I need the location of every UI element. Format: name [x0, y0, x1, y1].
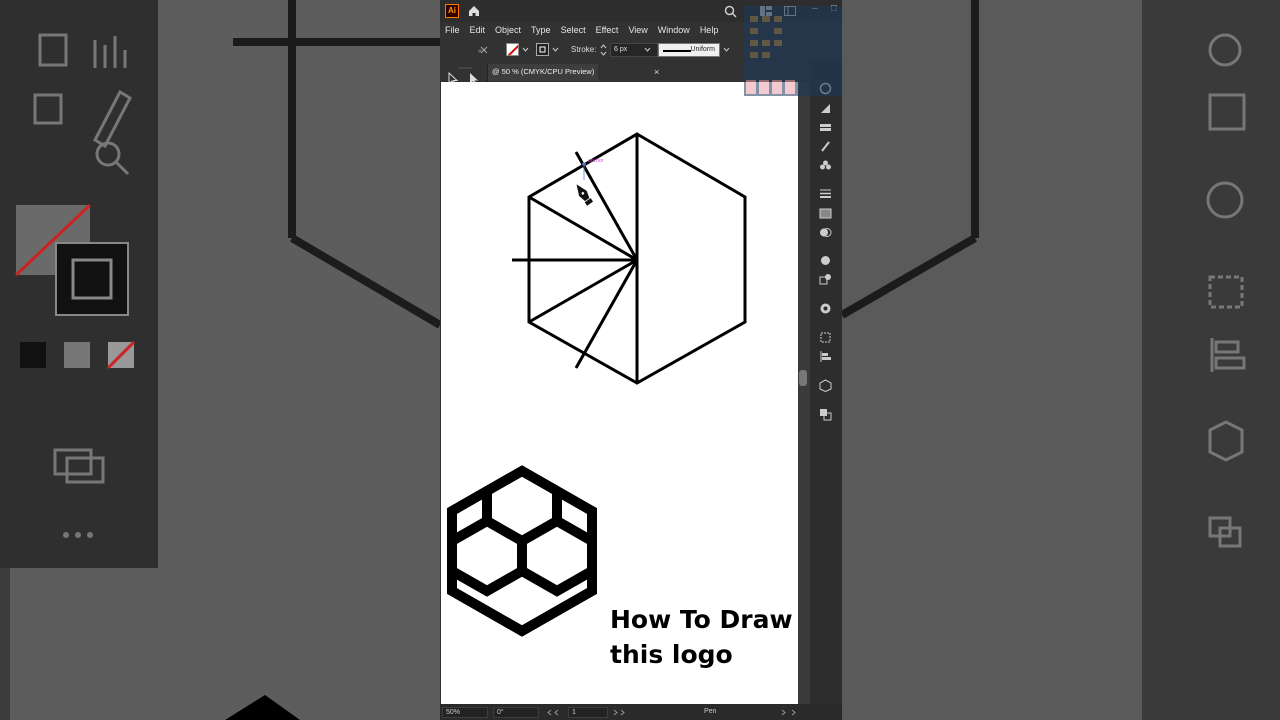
properties-icon[interactable] [819, 102, 832, 115]
graphic-styles-icon[interactable] [819, 273, 832, 286]
panel-dock [810, 60, 842, 704]
current-tool-status: Pen [704, 708, 717, 715]
variable-width-profile-select[interactable]: Uniform [658, 43, 720, 57]
menu-help[interactable]: Help [700, 25, 719, 35]
fill-swatch[interactable] [506, 43, 519, 56]
stroke-label[interactable]: Stroke: [571, 45, 596, 54]
artboard-number-field[interactable]: 1 [568, 707, 608, 718]
transparency-icon[interactable] [819, 226, 832, 239]
pasteboard[interactable] [798, 82, 810, 704]
app-logo: Ai [445, 4, 459, 18]
svg-text:anchor: anchor [588, 158, 604, 164]
document-tab[interactable]: @ 50 % (CMYK/CPU Preview) [488, 64, 599, 81]
document-tab-title: @ 50 % (CMYK/CPU Preview) [492, 67, 595, 76]
search-icon[interactable] [724, 5, 737, 18]
color-guide-icon[interactable] [819, 302, 832, 315]
illustrator-window: Ai – □ File Edit Object Type Select Effe… [440, 0, 842, 720]
menu-select[interactable]: Select [561, 25, 586, 35]
menu-effect[interactable]: Effect [596, 25, 619, 35]
pen-cursor-icon [575, 182, 595, 207]
menu-window[interactable]: Window [658, 25, 690, 35]
menu-edit[interactable]: Edit [470, 25, 486, 35]
logo-caption: How To Draw this logo [610, 602, 793, 672]
symbols-icon[interactable] [819, 159, 832, 172]
gradient-panel-icon[interactable] [819, 207, 832, 220]
close-panel-icon[interactable] [480, 46, 488, 54]
layers-icon[interactable] [819, 121, 832, 134]
artboard[interactable]: anchor How To Draw this logo [441, 82, 798, 704]
brushes-icon[interactable] [819, 140, 832, 153]
chevron-down-icon[interactable] [522, 47, 529, 53]
logo-caption-line2: this logo [610, 640, 733, 669]
chevron-down-icon[interactable] [644, 47, 651, 53]
menu-file[interactable]: File [445, 25, 460, 35]
align-icon[interactable] [819, 350, 832, 363]
artboard-number: 1 [572, 709, 576, 716]
status-bar: 50% 0° 1 Pen [440, 704, 842, 720]
control-bar: « Stroke: 6 px Uniform [440, 40, 750, 60]
zoom-level: 50% [446, 709, 461, 716]
pathfinder-icon[interactable] [819, 408, 832, 421]
logo-caption-line1: How To Draw [610, 605, 793, 634]
stroke-panel-icon[interactable] [819, 187, 832, 200]
rotation-value: 0° [497, 709, 504, 716]
menu-type[interactable]: Type [531, 25, 551, 35]
3d-materials-icon[interactable] [819, 379, 832, 392]
hexagon-construction [512, 132, 747, 385]
vertical-scrollbar[interactable] [799, 370, 807, 386]
home-icon[interactable] [467, 4, 481, 18]
zoom-level-field[interactable]: 50% [442, 707, 488, 718]
appearance-icon[interactable] [819, 254, 832, 267]
status-menu-icon[interactable] [780, 709, 800, 716]
chevron-down-icon[interactable] [723, 47, 730, 53]
channel-watermark-logo [744, 6, 842, 96]
panel-grip-icon [458, 67, 472, 69]
artboard-navigation-next-icon[interactable] [612, 709, 640, 716]
transform-icon[interactable] [819, 331, 832, 344]
close-tab-icon[interactable]: × [654, 67, 659, 77]
stroke-swatch[interactable] [536, 43, 549, 56]
chevron-down-icon[interactable] [552, 47, 559, 53]
menu-object[interactable]: Object [495, 25, 521, 35]
rotation-field[interactable]: 0° [493, 707, 539, 718]
stroke-weight-stepper-icon[interactable] [600, 43, 607, 57]
finished-logo [447, 465, 597, 637]
menu-view[interactable]: View [628, 25, 647, 35]
